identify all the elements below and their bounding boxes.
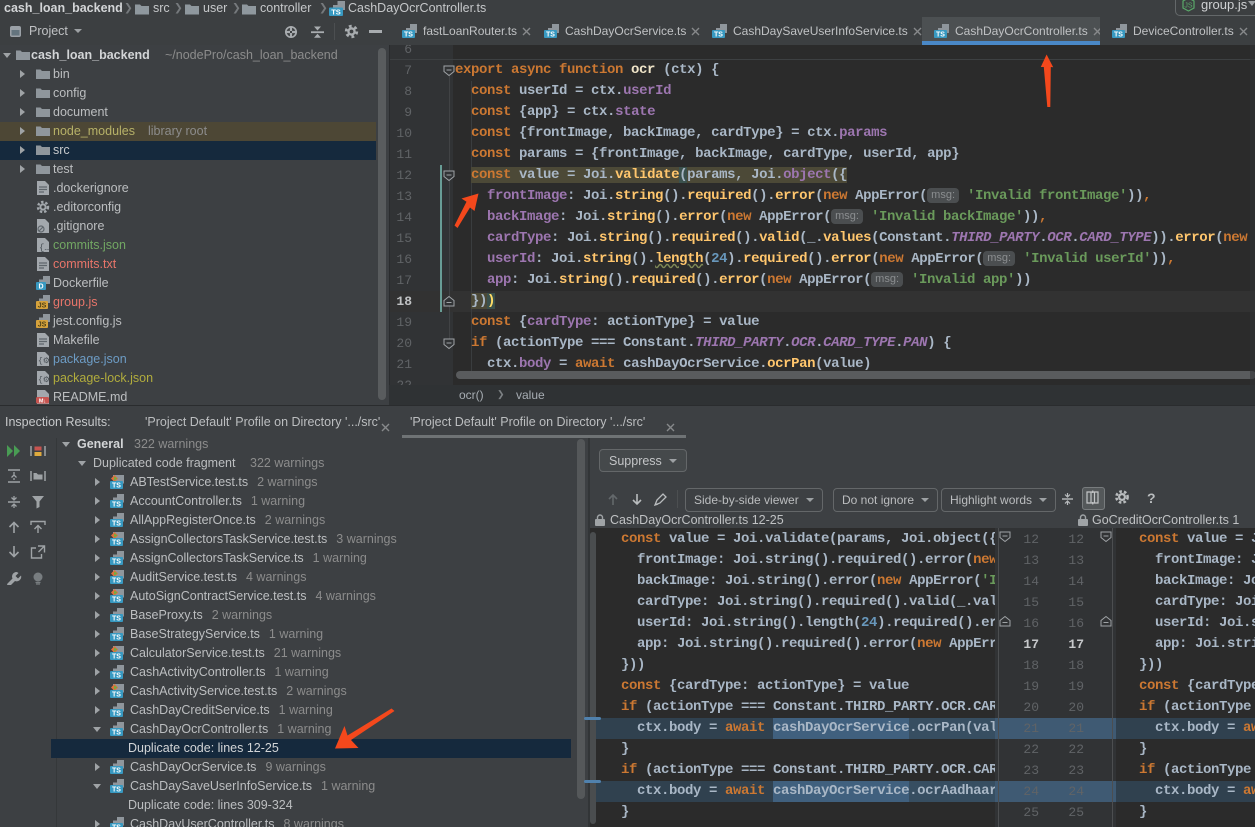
svg-text:{⚙: {⚙ (38, 376, 50, 385)
svg-text:JS: JS (38, 322, 47, 329)
svg-text:{…: {… (39, 243, 50, 253)
svg-text:D: D (38, 284, 43, 291)
svg-text:JS: JS (1184, 2, 1193, 9)
svg-text:TS: TS (936, 32, 945, 39)
svg-text:TS: TS (714, 32, 723, 39)
svg-text:TS: TS (1114, 32, 1123, 39)
svg-text:TS: TS (331, 8, 341, 17)
svg-text:TS: TS (404, 32, 413, 39)
svg-text:{⚙: {⚙ (38, 357, 50, 366)
svg-text:JS: JS (38, 303, 47, 310)
svg-text:TS: TS (546, 32, 555, 39)
svg-text:M↓: M↓ (39, 399, 47, 405)
